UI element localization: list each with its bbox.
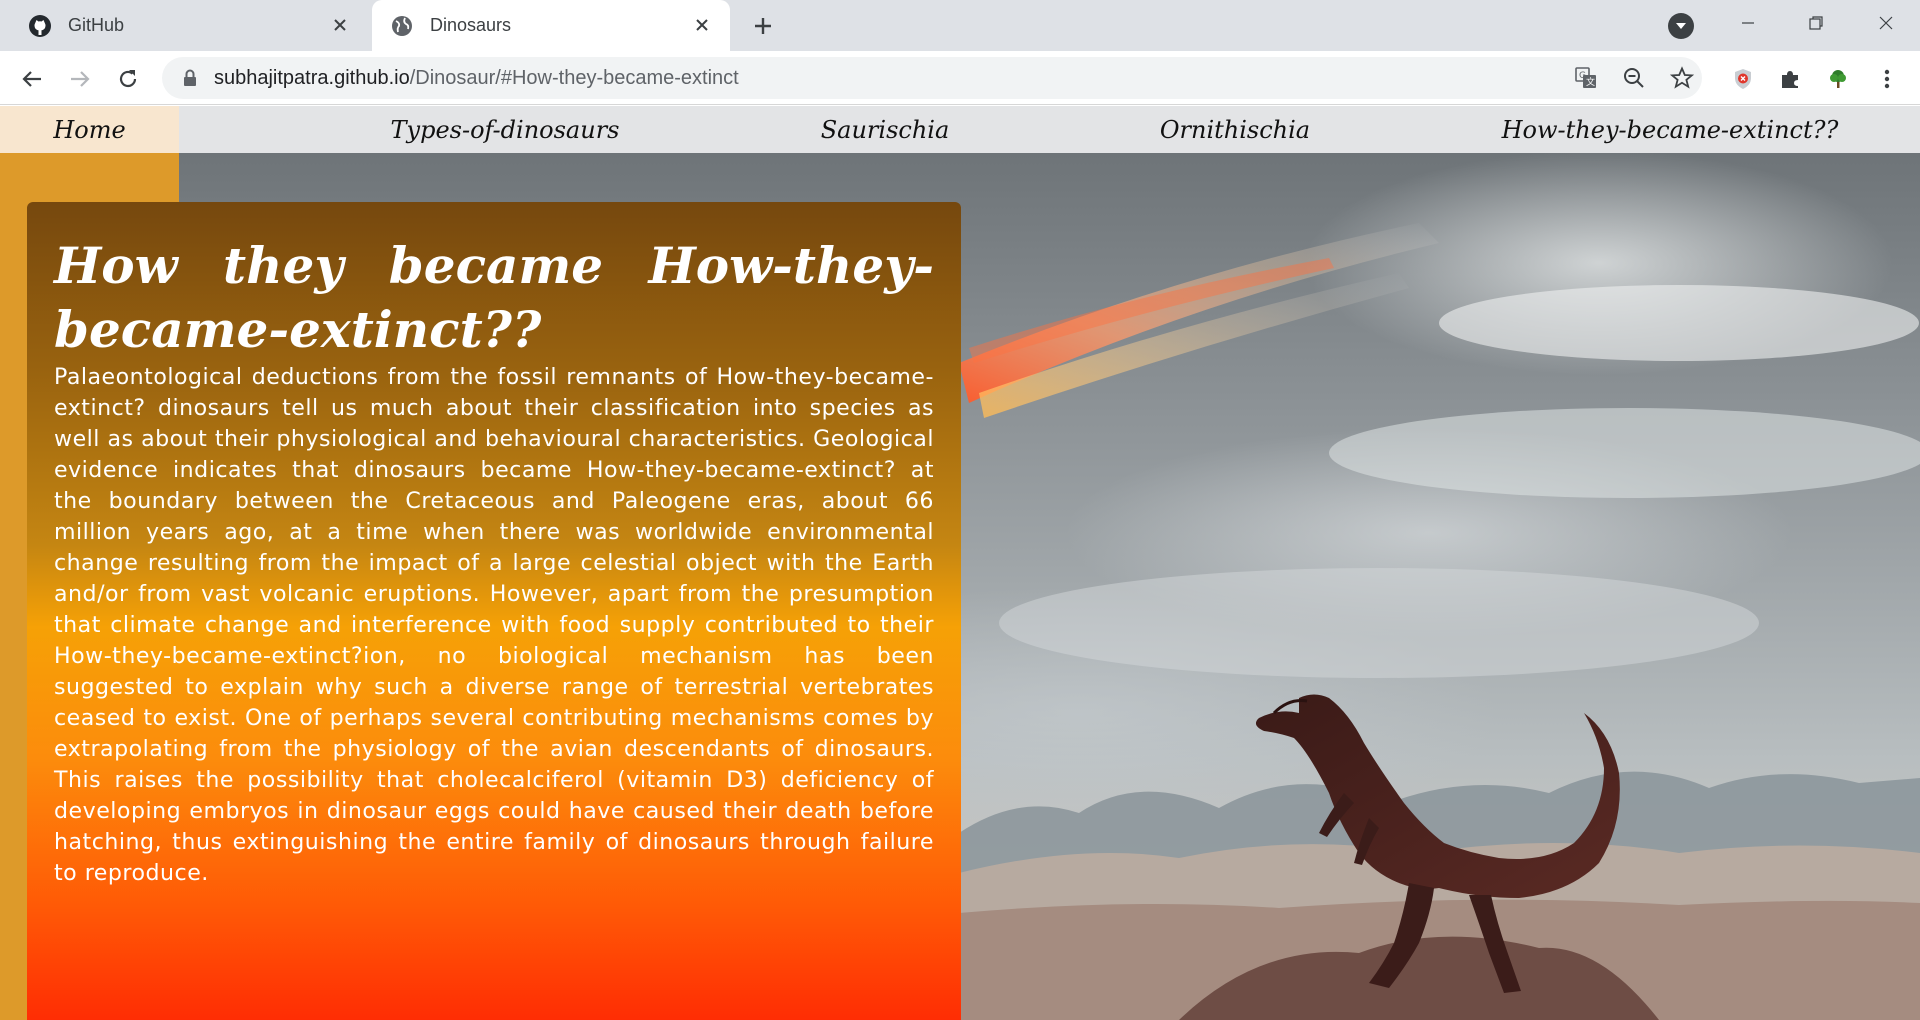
svg-text:文: 文 [1586, 76, 1595, 88]
article-title: How they became How-they-became-extinct?… [54, 236, 934, 359]
address-bar[interactable]: subhajitpatra.github.io/Dinosaur/#How-th… [162, 57, 1702, 99]
reload-button[interactable] [113, 64, 143, 94]
tab-dinosaurs[interactable]: Dinosaurs [372, 0, 730, 51]
nav-home-link[interactable]: Home [0, 106, 179, 153]
tab-search-button[interactable] [1668, 13, 1694, 39]
minimize-button[interactable] [1718, 0, 1778, 45]
arrow-right-icon [71, 71, 90, 87]
back-button[interactable] [17, 64, 47, 94]
nav-types-link[interactable]: Types-of-dinosaurs [370, 106, 640, 153]
url-text[interactable]: subhajitpatra.github.io/Dinosaur/#How-th… [214, 67, 739, 90]
restore-button[interactable] [1786, 0, 1846, 45]
shield-extension-icon[interactable] [1728, 64, 1758, 94]
article-panel: How they became How-they-became-extinct?… [27, 202, 961, 1020]
menu-kebab-icon[interactable] [1872, 64, 1902, 94]
close-icon [1879, 16, 1893, 29]
site-nav: Home Types-of-dinosaurs Saurischia Ornit… [0, 106, 1920, 153]
tab-title: Dinosaurs [430, 15, 512, 35]
chevron-down-icon [1676, 23, 1686, 29]
bookmark-star-icon[interactable] [1668, 64, 1696, 92]
nav-saurischia-link[interactable]: Saurischia [780, 106, 990, 153]
close-window-button[interactable] [1856, 0, 1916, 45]
browser-toolbar: subhajitpatra.github.io/Dinosaur/#How-th… [0, 51, 1920, 105]
lock-icon[interactable] [180, 68, 200, 88]
plus-icon [755, 18, 771, 34]
reload-icon [119, 70, 137, 88]
article-body: Palaeontological deductions from the fos… [54, 364, 934, 886]
arrow-left-icon [22, 71, 41, 87]
minimize-icon [1742, 21, 1754, 24]
github-icon [28, 14, 52, 38]
url-host: subhajitpatra.github.io [214, 66, 410, 89]
zoom-out-icon[interactable] [1620, 64, 1648, 92]
tree-extension-icon[interactable] [1823, 64, 1853, 94]
globe-icon [390, 14, 414, 38]
close-icon[interactable] [328, 13, 352, 37]
tab-strip: GitHub Dinosaurs [0, 0, 1920, 51]
nav-extinct-link[interactable]: How-they-became-extinct?? [1500, 106, 1840, 153]
page-viewport: Home Types-of-dinosaurs Saurischia Ornit… [0, 106, 1920, 1020]
tab-title: GitHub [68, 15, 125, 35]
translate-icon[interactable]: G文 [1572, 64, 1600, 92]
url-path: /Dinosaur/#How-they-became-extinct [409, 66, 739, 89]
close-icon[interactable] [690, 13, 714, 37]
puzzle-extension-icon[interactable] [1775, 64, 1805, 94]
forward-button[interactable] [65, 64, 95, 94]
tab-github[interactable]: GitHub [0, 0, 368, 51]
new-tab-button[interactable] [748, 11, 778, 41]
nav-ornithischia-link[interactable]: Ornithischia [1120, 106, 1350, 153]
restore-icon [1809, 15, 1823, 30]
